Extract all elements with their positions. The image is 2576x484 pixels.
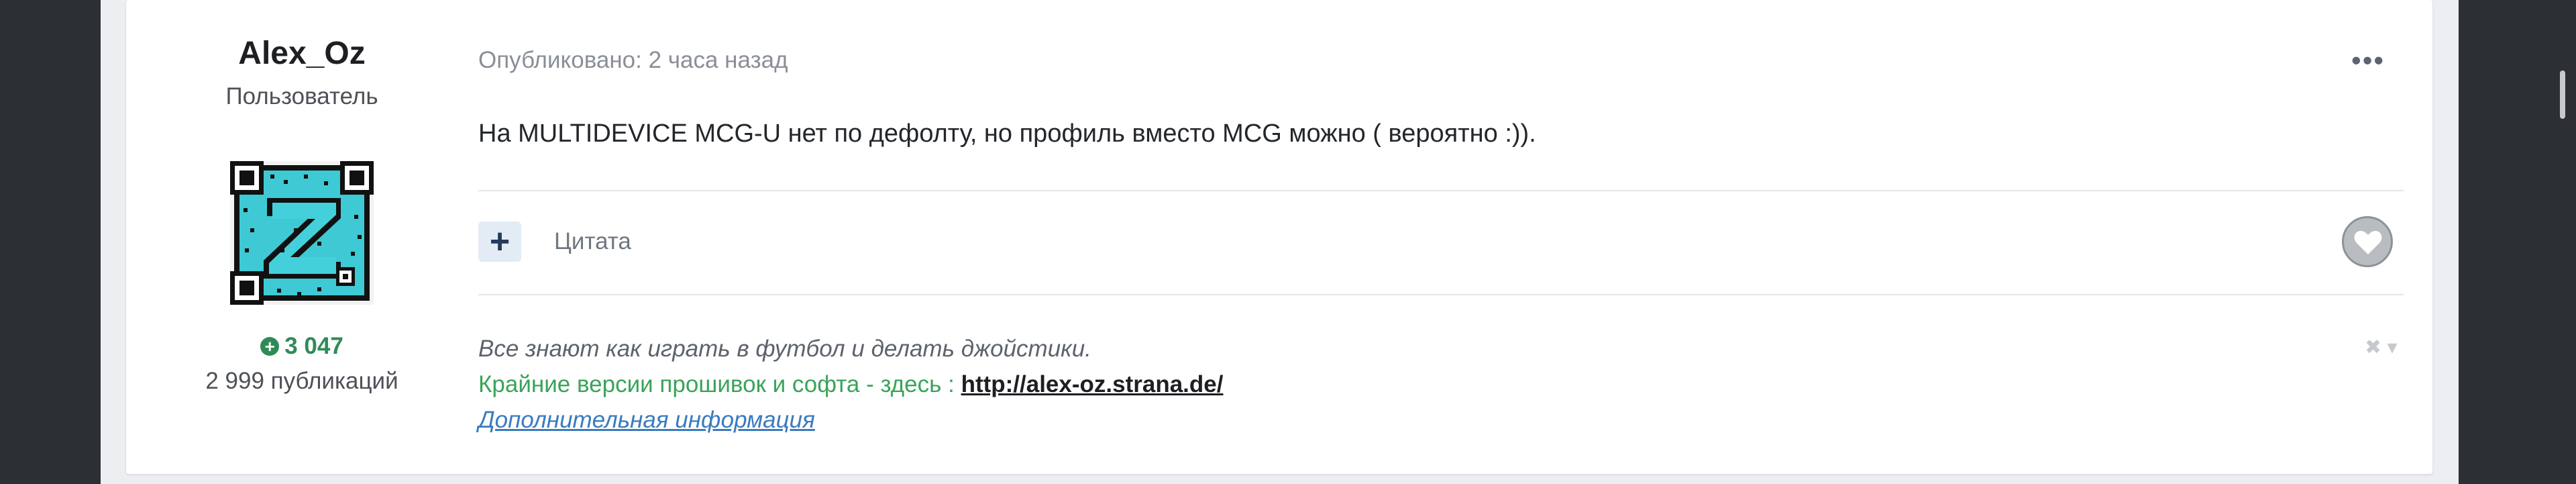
plus-circle-icon: + [260, 337, 280, 356]
multiquote-button[interactable]: + [478, 222, 521, 262]
post-count: 2 999 публикаций [205, 368, 398, 394]
divider [478, 294, 2404, 295]
post-timestamp[interactable]: Опубликовано: 2 часа назад [478, 47, 788, 74]
divider [478, 190, 2404, 191]
like-button[interactable] [2342, 216, 2393, 267]
scrollbar-thumb[interactable] [2560, 70, 2565, 119]
more-options-icon[interactable]: ••• [2351, 44, 2385, 77]
avatar[interactable] [230, 161, 374, 305]
avatar-image [230, 161, 374, 305]
author-role: Пользователь [225, 83, 378, 109]
signature-link[interactable]: http://alex-oz.strana.de/ [961, 371, 1224, 397]
signature-controls-icon[interactable]: ✖ ▾ [2365, 336, 2398, 359]
page-background-left [0, 0, 101, 484]
heart-icon [2354, 230, 2382, 254]
quote-button[interactable]: Цитата [554, 228, 631, 255]
signature-firmware-line: Крайние версии прошивок и софта - здесь … [478, 371, 1223, 398]
post-content: На MULTIDEVICE MCG-U нет по дефолту, но … [478, 119, 1536, 148]
author-panel: Alex_Oz Пользователь + 3 047 2 999 публи… [126, 0, 478, 474]
signature-firmware-text: Крайние версии прошивок и софта - здесь … [478, 371, 961, 397]
reputation-badge[interactable]: +3 047 [126, 333, 478, 360]
reputation-value: 3 047 [284, 333, 343, 359]
more-info-link[interactable]: Дополнительная информация [478, 407, 815, 434]
signature-text: Все знают как играть в футбол и делать д… [478, 336, 1091, 362]
page-background-right [2459, 0, 2576, 484]
author-name[interactable]: Alex_Oz [126, 35, 478, 72]
